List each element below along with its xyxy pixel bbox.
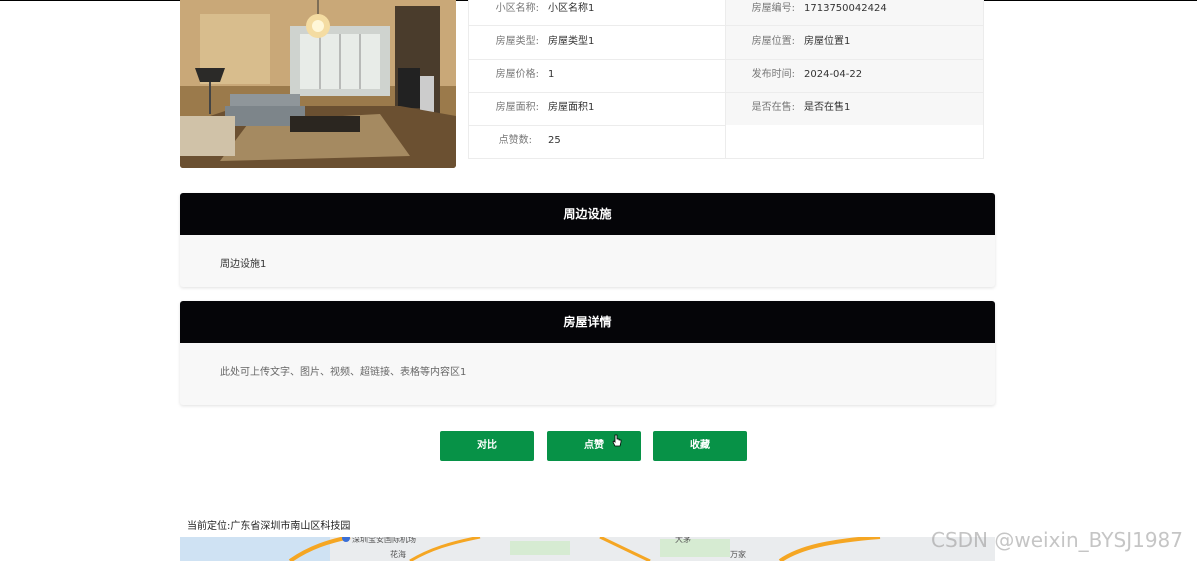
row-divider [469, 125, 725, 126]
row-divider [469, 59, 983, 60]
house-area-value: 房屋面积1 [548, 102, 595, 113]
on-sale-value: 是否在售1 [804, 102, 851, 113]
house-type-label: 房屋类型: [495, 36, 539, 47]
row-divider [469, 92, 983, 93]
house-area-label: 房屋面积: [495, 102, 539, 113]
house-number-label: 房屋编号: [751, 3, 795, 14]
map-label-airport: 深圳宝安国际机场 [352, 537, 416, 544]
surroundings-panel: 周边设施 周边设施1 [180, 193, 995, 287]
living-room-image [180, 0, 456, 168]
favorite-button[interactable]: 收藏 [653, 431, 747, 461]
house-price-value: 1 [548, 69, 555, 80]
house-price-label: 房屋价格: [495, 69, 539, 80]
details-title: 房屋详情 [180, 301, 995, 343]
map-label-wanjia: 万家 [730, 550, 746, 559]
compare-button[interactable]: 对比 [440, 431, 534, 461]
surroundings-content: 周边设施1 [220, 259, 267, 270]
map-label-damao: 大茅 [675, 537, 691, 544]
surroundings-title: 周边设施 [180, 193, 995, 235]
like-button[interactable]: 点赞 [547, 431, 641, 461]
details-panel: 房屋详情 此处可上传文字、图片、视频、超链接、表格等内容区1 [180, 301, 995, 405]
house-location-label: 房屋位置: [751, 36, 795, 47]
likes-label: 点赞数: [498, 135, 532, 146]
current-location: 当前定位:广东省深圳市南山区科技园 [187, 521, 351, 532]
hand-cursor-icon [612, 434, 622, 447]
community-name-label: 小区名称: [495, 3, 539, 14]
publish-time-label: 发布时间: [751, 69, 795, 80]
likes-value: 25 [548, 135, 561, 146]
house-location-value: 房屋位置1 [804, 36, 851, 47]
map-view[interactable]: 深圳宝安国际机场 花海 大茅 万家 [180, 537, 995, 561]
house-photo [180, 0, 456, 168]
community-name-value: 小区名称1 [548, 3, 595, 14]
house-number-value: 1713750042424 [804, 3, 887, 14]
house-info-table: 小区名称: 小区名称1 房屋类型: 房屋类型1 房屋价格: 1 房屋面积: 房屋… [468, 0, 984, 159]
details-content: 此处可上传文字、图片、视频、超链接、表格等内容区1 [220, 367, 467, 378]
column-divider [725, 0, 726, 158]
house-type-value: 房屋类型1 [548, 36, 595, 47]
map-label-huahai: 花海 [390, 550, 406, 559]
on-sale-label: 是否在售: [751, 102, 795, 113]
row-divider [469, 25, 983, 26]
csdn-watermark: CSDN @weixin_BYSJ1987 [931, 528, 1184, 552]
map-tiles [180, 537, 995, 561]
publish-time-value: 2024-04-22 [804, 69, 863, 80]
